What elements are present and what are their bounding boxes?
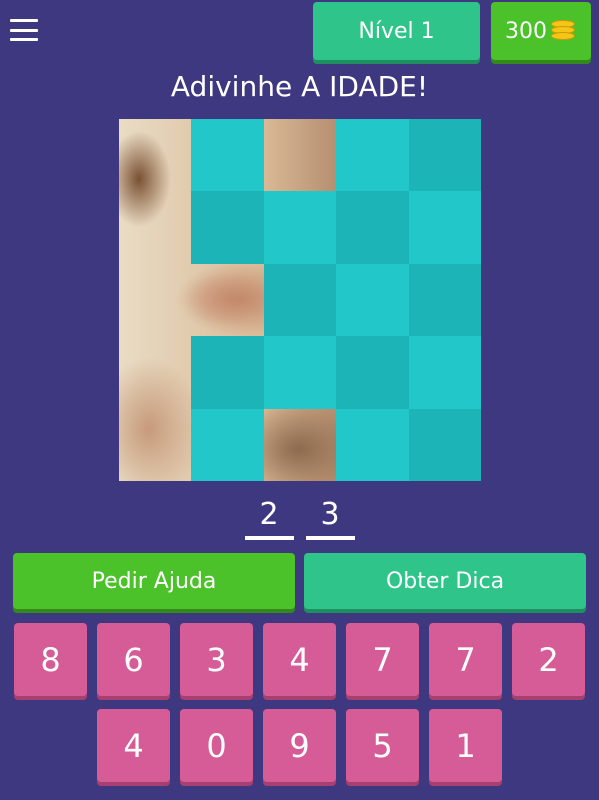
revealed-tile [119,409,191,481]
hidden-tile[interactable] [408,191,481,264]
hidden-tile[interactable] [263,191,337,264]
hidden-tile[interactable] [336,191,409,264]
coins-badge[interactable]: 300 [491,2,591,60]
hidden-tile[interactable] [408,263,481,337]
hidden-tile[interactable] [191,336,264,409]
key-button[interactable]: 3 [180,623,253,696]
coin-count: 300 [505,18,547,44]
hidden-tile[interactable] [408,336,481,409]
ask-help-button[interactable]: Pedir Ajuda [13,553,295,609]
key-button[interactable]: 4 [263,623,336,696]
hidden-tile[interactable] [336,336,409,409]
hidden-tile[interactable] [263,263,337,337]
hidden-tile[interactable] [191,408,264,481]
revealed-tile [264,409,336,481]
key-button[interactable]: 6 [97,623,170,696]
answer-slot[interactable]: 3 [305,496,355,540]
revealed-tile [119,119,191,191]
level-label: Nível 1 [358,18,435,44]
revealed-tile [119,264,191,336]
revealed-tile [119,191,191,263]
key-button[interactable]: 9 [263,709,336,782]
key-button[interactable]: 0 [180,709,253,782]
hidden-tile[interactable] [263,336,337,409]
hidden-tile[interactable] [336,263,409,337]
hidden-tile[interactable] [336,119,409,192]
revealed-tile [191,264,263,336]
key-button[interactable]: 4 [97,709,170,782]
revealed-tile [264,119,336,191]
key-button[interactable]: 7 [346,623,419,696]
answer-slots: 2 3 [0,496,599,540]
hidden-tile[interactable] [408,408,481,481]
page-title: Adivinhe A IDADE! [170,70,429,103]
get-hint-button[interactable]: Obter Dica [304,553,586,609]
hidden-tile[interactable] [191,119,264,192]
key-button[interactable]: 2 [512,623,585,696]
photo-tile-grid [119,119,481,481]
hamburger-menu-icon[interactable] [8,16,40,44]
key-button[interactable]: 8 [14,623,87,696]
key-button[interactable]: 1 [429,709,502,782]
answer-slot[interactable]: 2 [244,496,294,540]
hidden-tile[interactable] [336,408,409,481]
key-button[interactable]: 7 [429,623,502,696]
level-badge: Nível 1 [313,2,480,60]
revealed-tile [119,336,191,408]
coin-stack-icon [551,20,577,42]
hidden-tile[interactable] [191,191,264,264]
key-button[interactable]: 5 [346,709,419,782]
hidden-tile[interactable] [408,119,481,192]
